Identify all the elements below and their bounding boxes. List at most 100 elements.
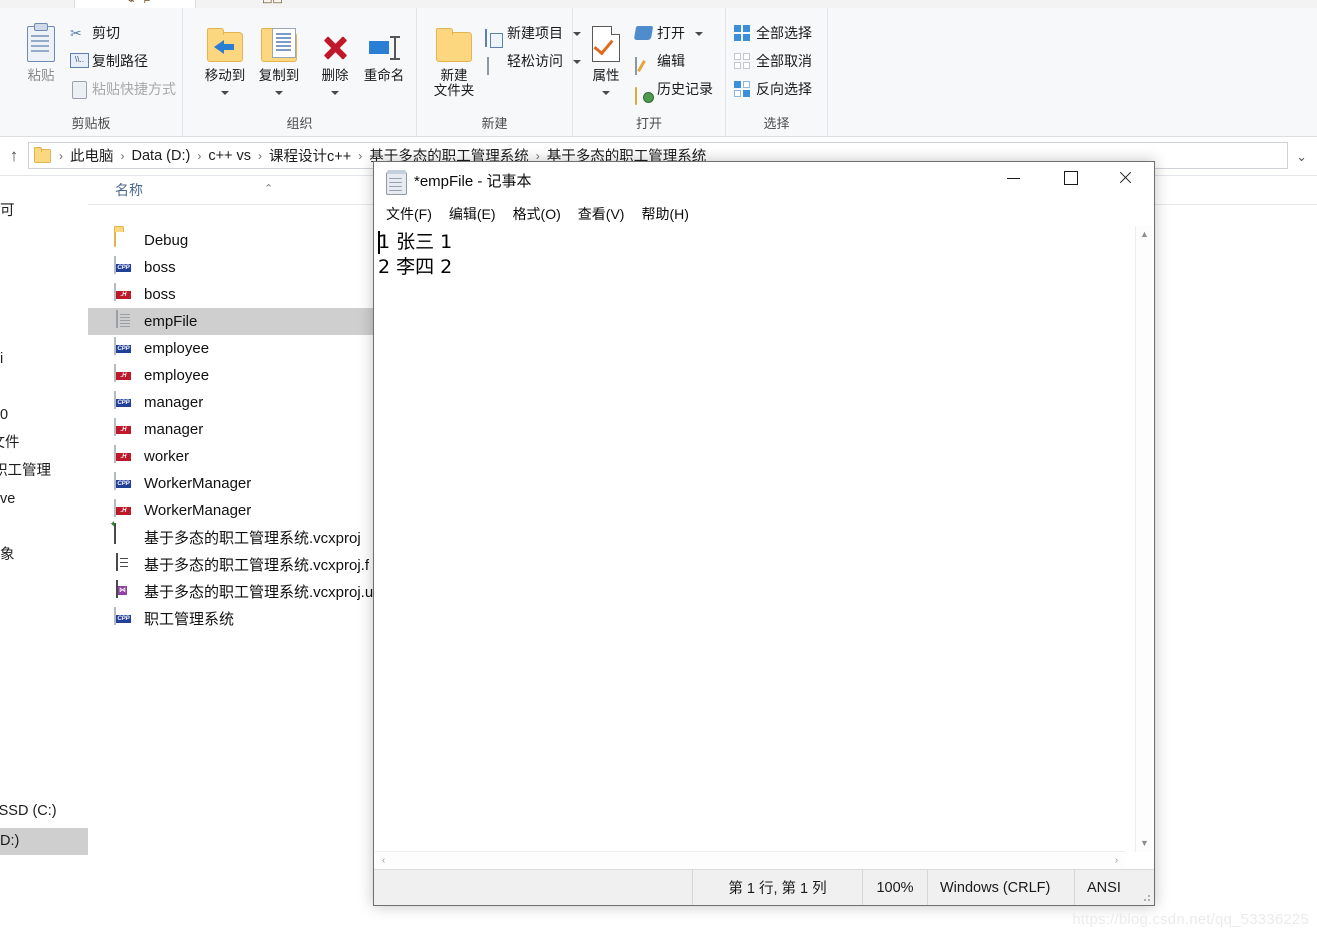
menu-help[interactable]: 帮助(H) (641, 204, 688, 224)
nav-item[interactable]: ve (0, 486, 15, 513)
edit-button[interactable]: 编辑 (635, 50, 685, 75)
menu-edit[interactable]: 编辑(E) (449, 204, 496, 224)
column-header-name[interactable]: 名称 (115, 180, 143, 200)
easy-access-button[interactable]: 轻松访问 (485, 50, 581, 75)
notepad-title-bar[interactable]: *empFile - 记事本 (374, 162, 1154, 203)
menu-view[interactable]: 查看(V) (578, 204, 625, 224)
vertical-scrollbar[interactable]: ▲ ▼ (1135, 226, 1153, 852)
folder-icon (114, 228, 136, 252)
list-item[interactable]: ✦ 基于多态的职工管理系统.vcxproj (88, 519, 373, 551)
list-item[interactable]: CPP WorkerManager (88, 470, 373, 497)
properties-icon (575, 20, 637, 62)
list-item[interactable]: .H manager (88, 416, 373, 443)
breadcrumb-item-1[interactable]: Data (D:) (130, 147, 193, 165)
list-item[interactable]: .H worker (88, 443, 373, 470)
nav-item[interactable]: 象 (0, 542, 15, 569)
horizontal-scrollbar[interactable]: ‹ › (375, 851, 1125, 869)
nav-item-windows-ssd[interactable]: ows-SSD (C:) (0, 798, 57, 825)
list-item[interactable]: .H WorkerManager (88, 497, 373, 524)
breadcrumb-sep: › (258, 148, 263, 163)
rename-button[interactable]: 重命名 (353, 20, 415, 83)
copy-path-button[interactable]: \\.. 复制路径 (70, 50, 148, 72)
minimize-button[interactable] (990, 162, 1036, 194)
nav-item[interactable]: 多文件 (0, 430, 20, 457)
breadcrumb-item-0[interactable]: 此电脑 (68, 144, 116, 167)
ribbon-group-label-select: 选择 (763, 116, 790, 131)
status-line-ending: Windows (CRLF) (927, 870, 1074, 905)
cpp-file-icon: CPP (114, 606, 136, 630)
list-item[interactable]: .H boss (88, 281, 373, 308)
open-caret[interactable] (694, 32, 703, 37)
menu-file[interactable]: 文件(F) (386, 204, 432, 224)
minimize-icon (1006, 177, 1020, 179)
notepad-status-bar: 第 1 行, 第 1 列 100% Windows (CRLF) ANSI (374, 869, 1154, 905)
file-name: worker (144, 448, 190, 465)
move-to-button[interactable]: 移动到 (194, 20, 256, 100)
breadcrumb-item-2[interactable]: c++ vs (206, 147, 253, 165)
delete-caret[interactable] (304, 84, 366, 100)
easy-access-icon (485, 54, 503, 75)
properties-caret[interactable] (575, 84, 637, 100)
history-button[interactable]: 历史记录 (635, 78, 713, 105)
select-none-button[interactable]: 全部取消 (734, 50, 812, 72)
list-item[interactable]: CPP manager (88, 389, 373, 416)
list-item[interactable]: CPP employee (88, 335, 373, 362)
vcxproj-user-icon: ⋈ (114, 579, 136, 603)
nav-item[interactable]: i📌 (0, 346, 3, 376)
move-to-caret[interactable] (194, 84, 256, 100)
properties-button[interactable]: 属性 (575, 20, 637, 100)
pin-icon: 📌 (0, 238, 2, 269)
header-file-icon: .H (114, 444, 136, 468)
nav-item-label: 0 (0, 407, 9, 423)
menu-format[interactable]: 格式(O) (513, 204, 561, 224)
close-button[interactable] (1102, 162, 1148, 194)
file-name: Debug (144, 232, 189, 249)
list-item[interactable]: Debug (88, 227, 373, 254)
nav-item[interactable]: 可 (0, 198, 15, 225)
sort-ascending-icon: ⌃ (264, 183, 274, 195)
nav-item[interactable]: 态的职工管理 (0, 458, 51, 485)
paste-button[interactable]: 粘贴 (10, 20, 72, 83)
list-item[interactable]: ⋈ 基于多态的职工管理系统.vcxproj.u (88, 578, 373, 605)
scroll-right-icon[interactable]: › (1108, 852, 1125, 869)
select-all-button[interactable]: 全部选择 (734, 22, 812, 44)
list-item[interactable]: CPP 职工管理系统 (88, 605, 373, 632)
notepad-text-area[interactable]: 1 张三 1 2 李四 2 (375, 226, 1125, 852)
breadcrumb-sep: › (358, 148, 363, 163)
nav-item[interactable]: 0 (0, 402, 8, 429)
open-button[interactable]: 打开 (633, 22, 703, 44)
invert-selection-button[interactable]: 反向选择 (734, 78, 812, 100)
paste-shortcut-icon (70, 80, 88, 99)
breadcrumb-item-3[interactable]: 课程设计c++ (267, 144, 353, 167)
ribbon-group-label-new: 新建 (481, 116, 508, 131)
scroll-up-icon[interactable]: ▲ (1136, 226, 1153, 243)
list-item-selected[interactable]: empFile (88, 308, 373, 335)
file-name: employee (144, 340, 210, 357)
file-name: boss (144, 259, 176, 276)
new-item-button[interactable]: 新建项目 (485, 22, 581, 47)
paste-shortcut-button[interactable]: 粘贴快捷方式 (70, 78, 176, 100)
chevron-down-icon[interactable]: ⌄ (1296, 149, 1307, 165)
ribbon-group-new: 新建 文件夹 新建项目 轻松访问 新建 (417, 8, 581, 136)
nav-item-data-d[interactable]: D:) (0, 828, 88, 855)
ribbon-group-label-organize: 组织 (286, 116, 313, 131)
navigation-pane[interactable]: 可 📌 📌 📌 📌 i📌 0 多文件 态的职工管理 ve 象 ows-SSD (… (0, 176, 89, 940)
cut-button[interactable]: ✂ 剪切 (70, 22, 120, 44)
list-item[interactable]: .H employee (88, 362, 373, 389)
ribbon-tab-strip[interactable]: ⌁⌃⌐ ▭▭ (0, 0, 1317, 8)
resize-grip[interactable] (1140, 891, 1152, 903)
scroll-left-icon[interactable]: ‹ (375, 852, 392, 869)
up-arrow-icon[interactable]: ↑ (4, 146, 24, 166)
edit-icon (635, 54, 653, 75)
scroll-down-icon[interactable]: ▼ (1136, 835, 1153, 852)
list-item[interactable]: CPP boss (88, 254, 373, 281)
maximize-button[interactable] (1048, 162, 1094, 194)
pin-icon: 📌 (0, 266, 2, 297)
header-file-icon: .H (114, 417, 136, 441)
copy-to-button[interactable]: 复制到 (248, 20, 310, 100)
list-item[interactable]: 基于多态的职工管理系统.vcxproj.f (88, 551, 373, 578)
copy-to-caret[interactable] (248, 84, 310, 100)
pin-icon: 📌 (0, 294, 2, 325)
new-folder-button[interactable]: 新建 文件夹 (423, 20, 485, 99)
status-cursor-position: 第 1 行, 第 1 列 (692, 870, 862, 905)
